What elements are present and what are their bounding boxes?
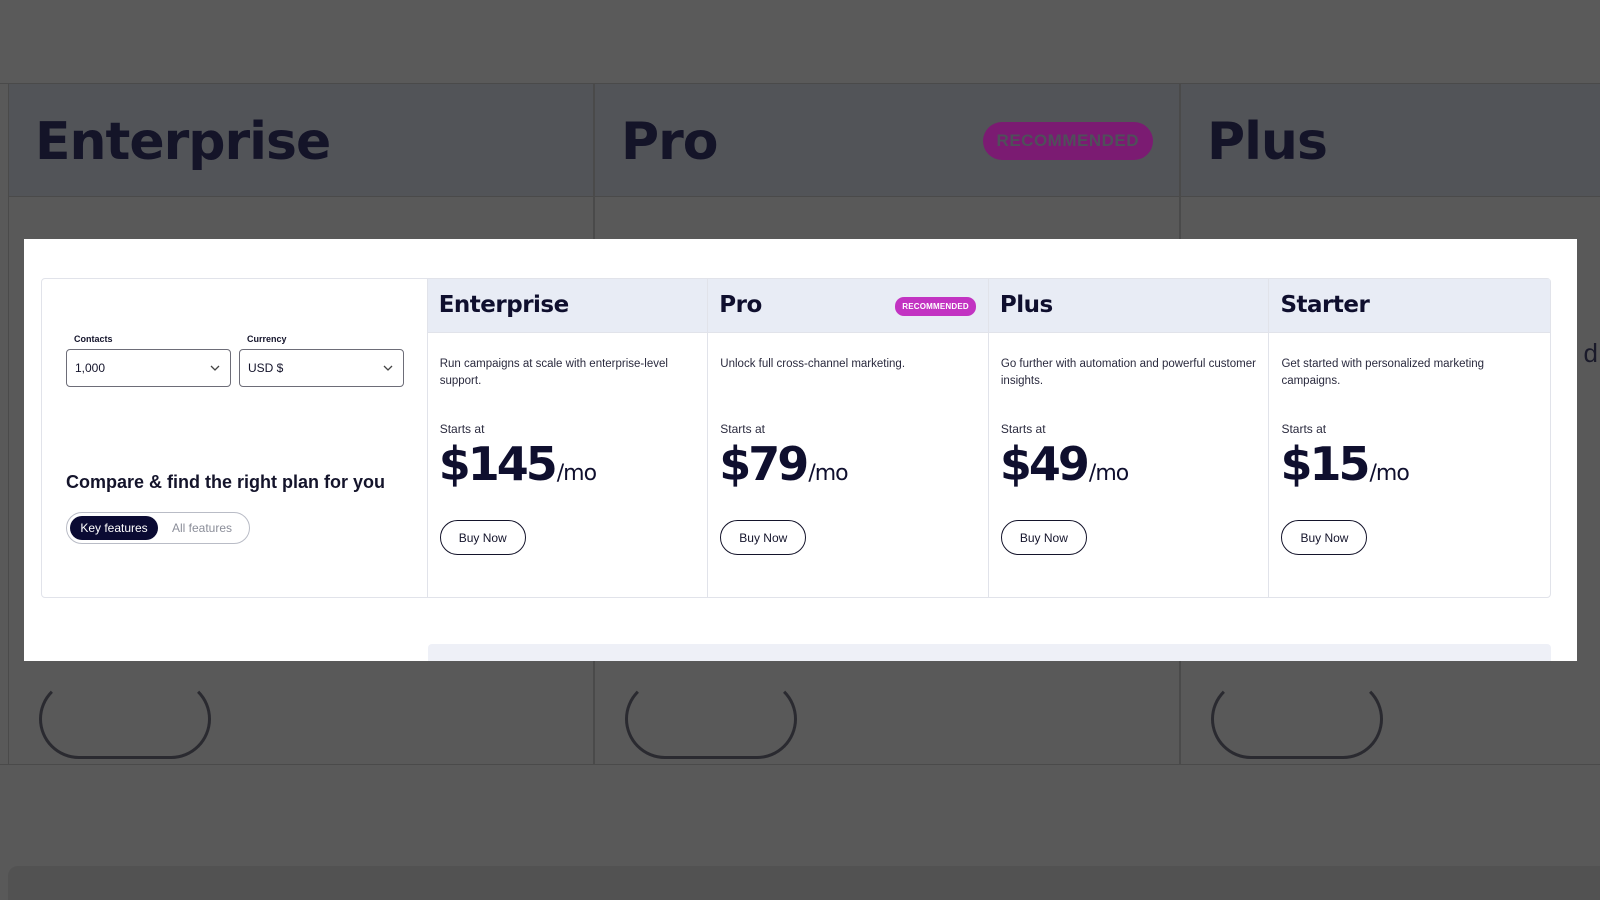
plan-description: Unlock full cross-channel marketing. — [720, 358, 906, 370]
buy-now-button[interactable]: Buy Now — [1281, 520, 1368, 555]
starts-at-label: Starts at — [439, 422, 485, 436]
starts-at-label: Starts at — [720, 422, 765, 436]
plan-description: Go further with automation and powerful … — [1000, 358, 1256, 387]
plan-price: $15 /mo — [1280, 437, 1409, 491]
plan-name: Plus — [999, 292, 1053, 318]
price-amount: $15 — [1280, 437, 1370, 491]
price-period: /mo — [808, 461, 848, 486]
plan-header: Pro RECOMMENDED — [708, 279, 988, 333]
plan-column-starter: Starter Get started with personalized ma… — [1269, 279, 1551, 597]
price-period: /mo — [1088, 461, 1129, 486]
contacts-field: Contacts 1,000 — [66, 334, 231, 387]
plan-comparison-card: Contacts 1,000 Currency USD $ Compare & … — [41, 278, 1551, 598]
currency-value: USD $ — [248, 361, 284, 375]
buy-now-button[interactable]: Buy Now — [439, 520, 526, 555]
price-amount: $49 — [999, 437, 1090, 491]
contacts-label: Contacts — [74, 334, 113, 344]
all-features-tab[interactable]: All features — [158, 516, 246, 540]
buy-now-button[interactable]: Buy Now — [720, 520, 807, 555]
background-header — [0, 0, 1600, 84]
background-footer-band — [8, 866, 1600, 900]
chevron-down-icon — [383, 365, 393, 371]
currency-field: Currency USD $ — [239, 334, 404, 387]
recommended-badge: RECOMMENDED — [895, 297, 976, 316]
filter-panel: Contacts 1,000 Currency USD $ Compare & … — [42, 279, 428, 597]
plan-description: Get started with personalized marketing … — [1281, 358, 1485, 387]
background-button-outline — [625, 679, 797, 759]
background-text-fragment: d — [1583, 338, 1598, 368]
background-plan-title: Pro — [621, 112, 718, 172]
buy-now-button[interactable]: Buy Now — [1000, 520, 1087, 555]
price-amount: $79 — [719, 437, 809, 491]
plan-header: Starter — [1269, 279, 1551, 333]
plan-description: Run campaigns at scale with enterprise-l… — [439, 358, 668, 387]
plan-name: Enterprise — [438, 292, 570, 318]
currency-select[interactable]: USD $ — [239, 349, 404, 387]
plan-price: $79 /mo — [719, 437, 848, 491]
background-button-outline — [39, 679, 211, 759]
compare-heading: Compare & find the right plan for you — [66, 472, 385, 492]
plan-price: $49 /mo — [999, 437, 1129, 491]
price-period: /mo — [1369, 461, 1409, 486]
plan-header: Enterprise — [427, 279, 708, 333]
plan-name: Pro — [719, 292, 762, 318]
plan-name: Starter — [1280, 292, 1370, 318]
background-divider — [0, 764, 1600, 765]
plan-column-pro: Pro RECOMMENDED Unlock full cross-channe… — [708, 279, 989, 597]
contacts-value: 1,000 — [75, 361, 106, 375]
price-amount: $145 — [438, 437, 558, 491]
feature-table-header-band — [428, 644, 1551, 661]
background-column-header: Pro RECOMMENDED — [595, 84, 1179, 197]
currency-label: Currency — [247, 334, 287, 344]
plan-header: Plus — [988, 279, 1269, 333]
background-column-header: Plus — [1181, 84, 1600, 197]
contacts-select[interactable]: 1,000 — [66, 349, 231, 387]
background-plan-title: Plus — [1207, 112, 1328, 172]
background-plan-title: Enterprise — [35, 112, 331, 172]
plan-comparison-modal: Contacts 1,000 Currency USD $ Compare & … — [24, 239, 1577, 661]
price-period: /mo — [556, 461, 597, 486]
chevron-down-icon — [210, 365, 220, 371]
starts-at-label: Starts at — [1281, 422, 1327, 436]
starts-at-label: Starts at — [1000, 422, 1046, 436]
background-button-outline — [1211, 679, 1383, 759]
plan-price: $145 /mo — [438, 437, 597, 491]
plan-column-plus: Plus Go further with automation and powe… — [988, 279, 1270, 597]
background-column-header: Enterprise — [9, 84, 593, 197]
plan-column-enterprise: Enterprise Run campaigns at scale with e… — [427, 279, 709, 597]
background-recommended-badge: RECOMMENDED — [982, 122, 1153, 160]
key-features-tab[interactable]: Key features — [70, 516, 158, 540]
feature-view-toggle: Key features All features — [66, 512, 250, 544]
